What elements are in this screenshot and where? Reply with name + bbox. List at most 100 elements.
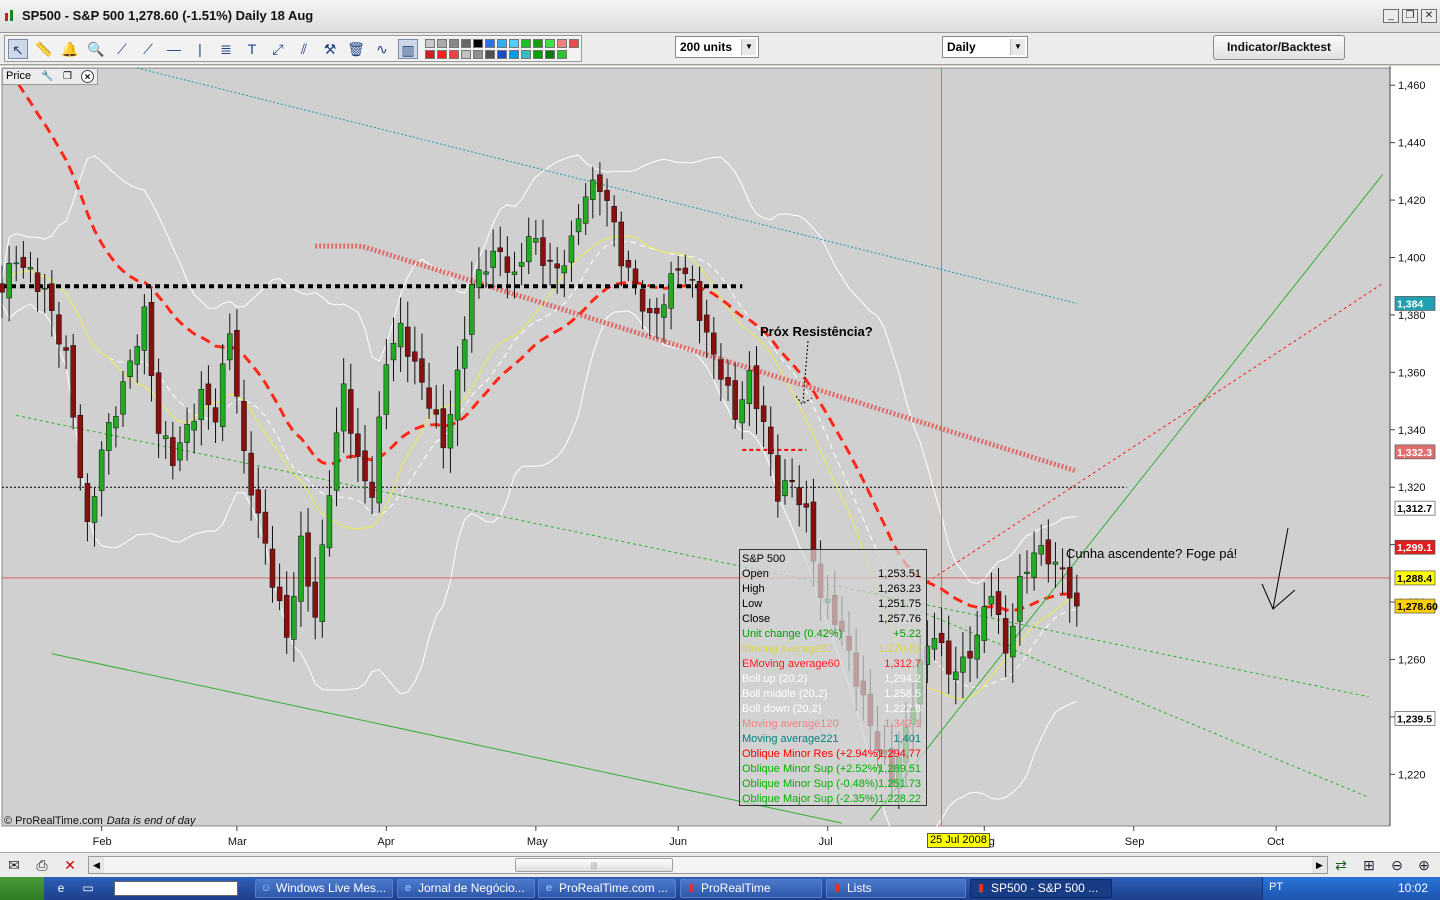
data-window-row-value: 1,251.73 xyxy=(878,778,921,790)
color-swatch[interactable] xyxy=(497,39,507,48)
candle-body xyxy=(120,381,126,415)
color-swatch[interactable] xyxy=(557,50,567,59)
candle-body xyxy=(988,596,995,605)
data-window-row: Oblique Minor Sup (+2.52%) 1,289.51 xyxy=(740,762,926,777)
channel-icon[interactable]: ⤢ xyxy=(268,39,288,59)
restore-button[interactable]: ❐ xyxy=(1402,9,1418,23)
mail-icon[interactable]: ✉ xyxy=(4,856,24,875)
candle-body xyxy=(20,256,27,268)
zoom-in-icon[interactable]: ⊕ xyxy=(1414,856,1434,875)
zoom-out-icon[interactable]: ⊖ xyxy=(1387,856,1407,875)
price-flag-label: 1,312.7 xyxy=(1397,503,1432,515)
color-swatch[interactable] xyxy=(497,50,507,59)
zoom-fit-icon[interactable]: ⊞ xyxy=(1359,856,1379,875)
color-swatch[interactable] xyxy=(545,39,555,48)
auto-scale-icon[interactable]: ⇄ xyxy=(1331,856,1351,875)
color-swatch[interactable] xyxy=(473,50,483,59)
candle-body xyxy=(1066,567,1073,599)
color-swatch[interactable] xyxy=(509,39,519,48)
color-swatch[interactable] xyxy=(545,50,555,59)
data-window-row: High 1,263.23 xyxy=(740,582,926,597)
indicator-backtest-button[interactable]: Indicator/Backtest xyxy=(1213,35,1345,60)
taskbar-item[interactable]: ▮ SP500 - S&P 500 ... xyxy=(970,879,1112,898)
line-tool-icon[interactable]: ⟋ xyxy=(112,39,132,59)
data-window-row-value: 1,294.77 xyxy=(878,748,921,760)
taskbar-item[interactable]: ▮ Lists xyxy=(826,879,966,898)
annotation-resistance[interactable]: Próx Resistência? xyxy=(760,324,873,339)
data-window-row-label: Boll middle (20,2) xyxy=(742,688,828,700)
scroll-right-arrow-icon[interactable]: ▶ xyxy=(1312,857,1327,873)
taskbar-item[interactable]: e Jornal de Negócio... xyxy=(397,879,535,898)
color-swatch[interactable] xyxy=(461,39,471,48)
zoom-icon[interactable]: 🔍 xyxy=(86,39,106,59)
alarm-icon[interactable]: 🔔 xyxy=(60,39,80,59)
color-swatch[interactable] xyxy=(449,50,459,59)
minimize-button[interactable]: _ xyxy=(1383,9,1399,23)
print-icon[interactable]: ⎙ xyxy=(32,856,52,875)
fan-icon[interactable]: ⫽ xyxy=(294,39,314,59)
color-swatch[interactable] xyxy=(569,39,579,48)
candlestick-icon[interactable]: ▥ xyxy=(398,39,418,59)
color-swatch[interactable] xyxy=(521,39,531,48)
color-swatch[interactable] xyxy=(449,39,459,48)
annotation-wedge[interactable]: Cunha ascendente? Foge pá! xyxy=(1066,546,1237,561)
properties-icon[interactable]: ⚒ xyxy=(320,39,340,59)
color-swatch[interactable] xyxy=(425,50,435,59)
units-select[interactable]: 200 units ▼ xyxy=(675,36,759,58)
close-button[interactable]: ✕ xyxy=(1421,9,1437,23)
chart-frame[interactable]: 1,460 1,440 1,420 1,400 1,380 1,360 1,340 1,320… xyxy=(0,66,1440,852)
detach-icon[interactable]: ❐ xyxy=(61,70,74,83)
browser-quicklaunch-icon[interactable]: e xyxy=(53,880,69,896)
period-select[interactable]: Daily ▼ xyxy=(942,36,1028,58)
candle-body xyxy=(433,409,439,415)
close-icon[interactable]: × xyxy=(81,70,94,83)
horizontal-line-icon[interactable]: — xyxy=(164,39,184,59)
crosshair-off-icon[interactable]: ✕ xyxy=(60,856,80,875)
color-swatch[interactable] xyxy=(473,39,483,48)
color-swatch[interactable] xyxy=(437,39,447,48)
color-swatch[interactable] xyxy=(485,50,495,59)
color-swatch[interactable] xyxy=(461,50,471,59)
chevron-down-icon[interactable]: ▼ xyxy=(1010,39,1025,55)
start-button[interactable] xyxy=(0,877,44,900)
ruler-icon[interactable]: 📏 xyxy=(34,39,54,59)
color-swatch[interactable] xyxy=(437,50,447,59)
scrollbar-thumb[interactable]: ||| xyxy=(515,858,673,872)
price-chart[interactable]: 1,460 1,440 1,420 1,400 1,380 1,360 1,340 1,320… xyxy=(0,66,1440,852)
data-window-row-label: EMoving average60 xyxy=(742,658,840,670)
taskbar-item[interactable]: e ProRealTime.com ... xyxy=(538,879,676,898)
scroll-left-arrow-icon[interactable]: ◀ xyxy=(89,857,104,873)
taskbar-item[interactable]: ☺ Windows Live Mes... xyxy=(255,879,393,898)
taskbar: e ▭ ☺ Windows Live Mes... e Jornal de Negóc… xyxy=(0,877,1440,900)
chart-type-icon[interactable]: ∿ xyxy=(372,39,392,59)
taskbar-item[interactable]: ▮ ProRealTime xyxy=(680,879,822,898)
color-swatch[interactable] xyxy=(533,39,543,48)
candle-body xyxy=(732,380,738,420)
color-swatch[interactable] xyxy=(533,50,543,59)
data-window-row-label: Boll down (20,2) xyxy=(742,703,822,715)
cursor-icon[interactable]: ↖ xyxy=(8,39,28,59)
candle-body xyxy=(995,591,1002,615)
candle-body xyxy=(369,481,375,498)
ray-tool-icon[interactable]: ⟋ xyxy=(138,39,158,59)
color-swatch[interactable] xyxy=(485,39,495,48)
text-tool-icon[interactable]: T xyxy=(242,39,262,59)
color-swatch[interactable] xyxy=(509,50,519,59)
trash-icon[interactable]: 🗑 xyxy=(346,39,366,59)
language-indicator[interactable]: PT xyxy=(1269,881,1283,893)
copyright-label: © ProRealTime.com xyxy=(4,815,103,827)
chevron-down-icon[interactable]: ▼ xyxy=(741,39,756,55)
wrench-icon[interactable]: 🔧 xyxy=(41,70,54,83)
price-flag-label: 1,332.3 xyxy=(1397,447,1432,459)
desktop-quicklaunch-icon[interactable]: ▭ xyxy=(80,880,96,896)
candle-body xyxy=(703,314,710,333)
color-swatch[interactable] xyxy=(425,39,435,48)
color-swatch[interactable] xyxy=(521,50,531,59)
fibonacci-icon[interactable]: ≣ xyxy=(216,39,236,59)
title-bar[interactable]: SP500 - S&P 500 1,278.60 (-1.51%) Daily … xyxy=(0,0,1440,33)
color-swatch[interactable] xyxy=(557,39,567,48)
horizontal-scrollbar[interactable]: ◀ ||| ▶ xyxy=(88,856,1328,874)
taskbar-search-input[interactable] xyxy=(114,881,238,896)
candle-body xyxy=(497,247,504,252)
vertical-line-icon[interactable]: | xyxy=(190,39,210,59)
